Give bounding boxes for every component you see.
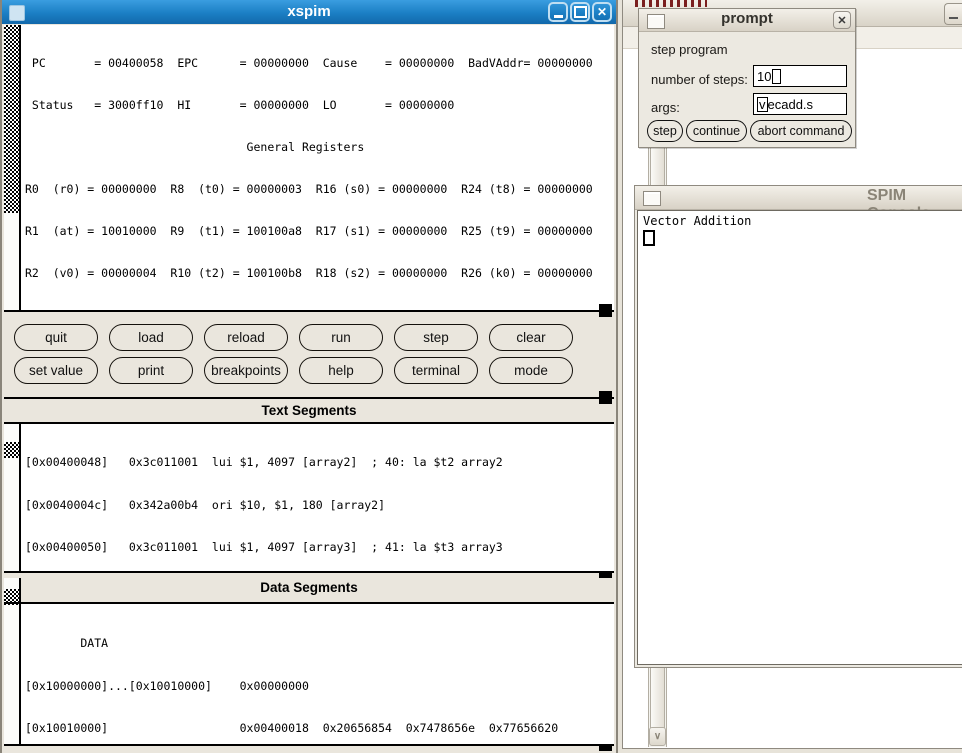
- step-button[interactable]: step: [394, 324, 478, 351]
- console-titlebar[interactable]: SPIM Console: [635, 186, 962, 210]
- instruction-row: [0x0040004c] 0x342a00b4 ori $10, $1, 180…: [23, 498, 614, 513]
- minimize-bar: [554, 15, 563, 18]
- minimize-bar: [949, 17, 958, 19]
- xspim-titlebar[interactable]: xspim ✕: [2, 0, 616, 24]
- register-line: Status = 3000ff10 HI = 00000000 LO = 000…: [25, 98, 614, 112]
- mode-button[interactable]: mode: [489, 357, 573, 384]
- load-button[interactable]: load: [109, 324, 193, 351]
- desktop: xspim ✕ PC = 00400058 EPC = 00000000 Cau…: [0, 0, 962, 753]
- reload-button[interactable]: reload: [204, 324, 288, 351]
- spim-console-window: SPIM Console Vector Addition: [634, 185, 962, 668]
- prompt-window: prompt ✕ step program number of steps: 1…: [638, 8, 856, 148]
- steps-value: 10: [757, 69, 771, 84]
- steps-label: number of steps:: [651, 72, 748, 87]
- registers-pane: PC = 00400058 EPC = 00000000 Cause = 000…: [21, 25, 614, 310]
- args-label: args:: [651, 100, 680, 115]
- register-line: PC = 00400058 EPC = 00000000 Cause = 000…: [25, 56, 614, 70]
- data-segments-pane: DATA [0x10000000]...[0x10010000] 0x00000…: [21, 604, 614, 744]
- register-line: R2 (v0) = 00000004 R10 (t2) = 100100b8 R…: [25, 266, 614, 280]
- text-segments-pane: [0x00400048] 0x3c011001 lui $1, 4097 [ar…: [21, 424, 614, 571]
- args-input[interactable]: v ecadd.s: [753, 93, 847, 115]
- clipped-title-fragment: [635, 0, 707, 7]
- prompt-title: prompt: [639, 10, 855, 27]
- text-cursor: [643, 230, 655, 246]
- print-button[interactable]: print: [109, 357, 193, 384]
- text-cursor: [772, 69, 781, 84]
- console-line: Vector Addition: [643, 214, 957, 228]
- register-line: R1 (at) = 10010000 R9 (t1) = 100100a8 R1…: [25, 224, 614, 238]
- sash-handle[interactable]: [599, 304, 612, 317]
- continue-button[interactable]: continue: [686, 120, 747, 142]
- step-button[interactable]: step: [647, 120, 683, 142]
- close-icon[interactable]: ✕: [592, 2, 612, 22]
- text-segments-label: Text Segments: [2, 403, 616, 418]
- console-output: Vector Addition: [637, 210, 962, 665]
- pane-separator: [4, 397, 614, 399]
- data-row: [0x10010000] 0x00400018 0x20656854 0x747…: [23, 721, 614, 736]
- breakpoints-button[interactable]: breakpoints: [204, 357, 288, 384]
- abort-command-button[interactable]: abort command: [750, 120, 852, 142]
- help-button[interactable]: help: [299, 357, 383, 384]
- pane-separator: [4, 310, 614, 312]
- data-segments-label: Data Segments: [2, 580, 616, 595]
- scroll-down-icon[interactable]: ∨: [649, 727, 666, 746]
- args-value: ecadd.s: [768, 97, 814, 112]
- set-value-button[interactable]: set value: [14, 357, 98, 384]
- instruction-row: [0x00400050] 0x3c011001 lui $1, 4097 [ar…: [23, 540, 614, 555]
- quit-button[interactable]: quit: [14, 324, 98, 351]
- text-cursor-on-char: v: [757, 97, 768, 112]
- minimize-icon[interactable]: [548, 2, 568, 22]
- register-line: R0 (r0) = 00000000 R8 (t0) = 00000003 R1…: [25, 182, 614, 196]
- maximize-icon[interactable]: [570, 2, 590, 22]
- text-segments-scrollbar-thumb[interactable]: [4, 442, 19, 458]
- close-icon[interactable]: ✕: [833, 11, 851, 29]
- data-row: [0x10000000]...[0x10010000] 0x00000000: [23, 679, 614, 694]
- run-button[interactable]: run: [299, 324, 383, 351]
- minimize-icon[interactable]: [944, 3, 962, 25]
- xspim-window: xspim ✕ PC = 00400058 EPC = 00000000 Cau…: [0, 0, 618, 753]
- prompt-message: step program: [651, 42, 728, 57]
- terminal-button[interactable]: terminal: [394, 357, 478, 384]
- instruction-row: [0x00400048] 0x3c011001 lui $1, 4097 [ar…: [23, 455, 614, 470]
- prompt-titlebar[interactable]: prompt ✕: [639, 9, 855, 32]
- clear-button[interactable]: clear: [489, 324, 573, 351]
- pane-separator: [4, 744, 614, 746]
- data-row: DATA: [23, 636, 614, 651]
- register-line: General Registers: [25, 140, 614, 154]
- maximize-box: [574, 6, 587, 18]
- registers-scrollbar-thumb[interactable]: [4, 25, 19, 213]
- window-menu-icon[interactable]: [643, 191, 661, 206]
- steps-input[interactable]: 10: [753, 65, 847, 87]
- window-title: xspim: [2, 3, 616, 20]
- pane-separator: [4, 571, 614, 573]
